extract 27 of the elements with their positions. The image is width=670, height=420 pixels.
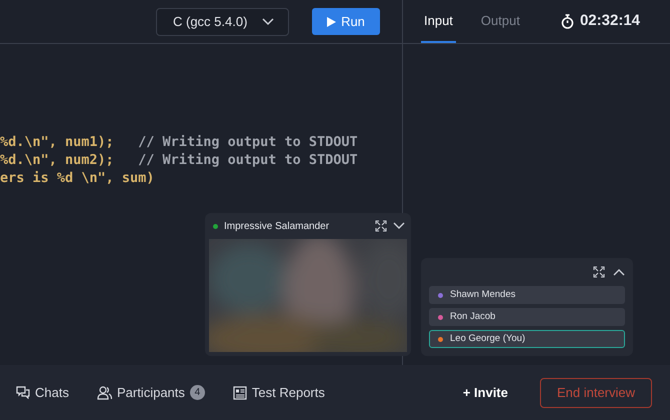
test-reports-tab[interactable]: Test Reports [232, 382, 325, 402]
chevron-down-icon[interactable] [393, 222, 405, 230]
code-line: %d.\n", num1); // Writing output to STDOUT [0, 133, 358, 151]
play-icon [327, 16, 336, 26]
expand-icon[interactable] [375, 220, 387, 232]
chat-icon [16, 386, 30, 399]
count-badge: 4 [190, 385, 205, 400]
timer-text: 02:32:14 [580, 11, 640, 32]
participant-name: Impressive Salamander [224, 220, 330, 234]
language-dropdown[interactable]: C (gcc 5.4.0) [156, 8, 289, 36]
participant-item[interactable]: Shawn Mendes [429, 286, 625, 304]
stopwatch-icon [560, 14, 574, 29]
io-tab[interactable]: Input [421, 0, 456, 43]
run-button[interactable]: Run [312, 8, 380, 35]
people-icon [96, 386, 112, 400]
chevron-up-icon[interactable] [613, 268, 625, 276]
chats-tab[interactable]: Chats [16, 382, 69, 402]
participants-tab[interactable]: Participants 4 [96, 382, 205, 402]
invite-button[interactable]: + Invite [462, 382, 508, 402]
chevron-down-icon [262, 18, 274, 26]
participant-item[interactable]: Ron Jacob [429, 308, 625, 326]
report-icon [232, 386, 247, 400]
code-line: %d.\n", num2); // Writing output to STDOUT [0, 151, 358, 169]
participant-item[interactable]: Leo George (You) [429, 330, 625, 348]
io-tab[interactable]: Output [478, 0, 523, 43]
code-line: ers is %d \n", sum) [0, 169, 154, 187]
expand-icon[interactable] [593, 266, 605, 278]
